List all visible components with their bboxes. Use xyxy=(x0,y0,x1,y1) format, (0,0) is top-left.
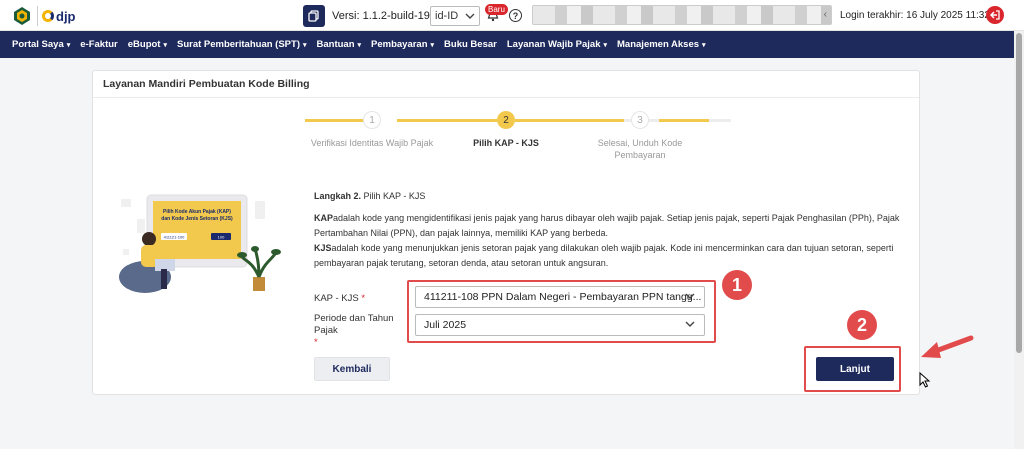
page-scrollbar[interactable] xyxy=(1014,31,1024,449)
version-label: Versi: xyxy=(332,10,360,22)
new-badge: Baru xyxy=(485,4,508,15)
step-3-circle: 3 xyxy=(631,111,649,129)
required-mark: * xyxy=(314,337,318,348)
step-connector-3b xyxy=(659,119,709,122)
caret-down-icon: ▾ xyxy=(66,41,71,49)
step-3-number: 3 xyxy=(637,114,643,126)
caret-down-icon: ▾ xyxy=(603,41,608,49)
kap-kjs-illustration: Pilih Kode Akun Pajak (KAP) dan Kode Jen… xyxy=(115,189,283,297)
nav-item-label: Pembayaran xyxy=(371,39,428,50)
step-heading-number: Langkah 2. xyxy=(314,191,362,201)
chevron-down-icon xyxy=(465,13,475,19)
nav-item-pembayaran[interactable]: Pembayaran ▾ xyxy=(371,39,440,50)
nav-item-e-faktur[interactable]: e-Faktur xyxy=(80,39,123,50)
caret-down-icon: ▾ xyxy=(302,41,307,49)
last-login: Login terakhir: 16 July 2025 11:32:20 xyxy=(840,10,1004,21)
top-bar: djp Versi: 1.1.2-build-1966 id-ID Baru ?… xyxy=(0,0,1024,31)
nav-item-portal-saya[interactable]: Portal Saya ▾ xyxy=(12,39,76,50)
annotation-badge-1-text: 1 xyxy=(731,274,742,295)
annotation-badge-2: 2 xyxy=(847,310,877,340)
step-2-number: 2 xyxy=(503,114,509,126)
nav-item-label: Bantuan xyxy=(316,39,355,50)
version-info: Versi: 1.1.2-build-1966 xyxy=(332,10,442,22)
step-heading: Langkah 2. Pilih KAP - KJS xyxy=(314,189,914,204)
djp-logo-text: djp xyxy=(56,8,76,24)
mouse-cursor-icon xyxy=(919,372,931,388)
card-title: Layanan Mandiri Pembuatan Kode Billing xyxy=(103,78,310,90)
nav-item-surat-pemberitahuan-spt[interactable]: Surat Pemberitahuan (SPT) ▾ xyxy=(177,39,313,50)
kap-kjs-label-text: KAP - KJS xyxy=(314,293,359,304)
nav-item-layanan-wajib-pajak[interactable]: Layanan Wajib Pajak ▾ xyxy=(507,39,613,50)
nav-item-label: Portal Saya xyxy=(12,39,64,50)
annotation-highlight-fields xyxy=(407,280,716,343)
step-2-circle: 2 xyxy=(497,111,515,129)
nav-item-label: Surat Pemberitahuan (SPT) xyxy=(176,39,300,50)
scrollbar-thumb[interactable] xyxy=(1016,33,1022,353)
caret-down-icon: ▾ xyxy=(163,41,167,49)
kap-term: KAP xyxy=(314,213,334,223)
main-navigation: Portal Saya ▾ e-Faktur eBupot ▾ Surat Pemberi… xyxy=(0,31,1014,58)
sync-button[interactable] xyxy=(303,5,325,27)
step-1-label: Verifikasi Identitas Wajib Pajak xyxy=(310,138,434,148)
djp-emblem-icon xyxy=(14,7,30,25)
kjs-term: KJS xyxy=(314,243,332,253)
annotation-arrow-icon xyxy=(921,335,974,358)
step-connector-2a xyxy=(515,119,630,122)
help-icon[interactable]: ? xyxy=(509,9,522,22)
billing-card: Layanan Mandiri Pembuatan Kode Billing 1… xyxy=(92,70,920,395)
chevron-down-icon: ‹ xyxy=(823,9,827,20)
caret-down-icon: ▾ xyxy=(357,41,362,49)
logo-divider xyxy=(37,6,38,26)
language-select[interactable]: id-ID xyxy=(430,6,480,26)
nav-item-label: Manajemen Akses xyxy=(617,39,700,50)
nav-item-buku-besar[interactable]: Buku Besar xyxy=(444,39,503,50)
card-divider xyxy=(93,97,919,98)
caret-down-icon: ▾ xyxy=(430,41,435,49)
step-connector-1b xyxy=(397,119,497,122)
annotation-highlight-next xyxy=(804,346,901,392)
periode-label: Periode dan Tahun Pajak * xyxy=(314,313,414,349)
step-description: Langkah 2. Pilih KAP - KJS KAPadalah kod… xyxy=(314,189,914,271)
kjs-description: KJSadalah kode yang menunjukkan jenis se… xyxy=(314,241,914,271)
required-mark: * xyxy=(361,293,366,304)
nav-item-label: Layanan Wajib Pajak xyxy=(506,39,601,50)
kap-kjs-label: KAP - KJS * xyxy=(314,293,365,304)
step-1-circle: 1 xyxy=(363,111,381,129)
logout-button[interactable] xyxy=(986,6,1004,24)
step-heading-text: Pilih KAP - KJS xyxy=(363,191,426,201)
step-2-label: Pilih KAP - KJS xyxy=(473,138,539,148)
annotation-badge-1: 1 xyxy=(722,270,752,300)
step-3-label: Selesai, Unduh Kode Pembayaran xyxy=(597,138,683,160)
annotation-badge-2-text: 2 xyxy=(856,314,867,335)
nav-item-ebupot[interactable]: eBupot ▾ xyxy=(128,39,173,50)
svg-text:dan Kode Jenis Setoran (KJS): dan Kode Jenis Setoran (KJS) xyxy=(161,216,233,222)
caret-down-icon: ▾ xyxy=(702,41,706,49)
copy-icon xyxy=(308,10,319,22)
logout-icon xyxy=(990,10,1000,20)
svg-text:Pilih Kode Akun Pajak (KAP): Pilih Kode Akun Pajak (KAP) xyxy=(163,209,231,215)
kap-desc: adalah kode yang mengidentifikasi jenis … xyxy=(314,213,900,238)
user-account-select[interactable]: ‹ xyxy=(532,5,832,25)
nav-item-label: Buku Besar xyxy=(444,39,497,50)
kjs-desc: adalah kode yang menunjukkan jenis setor… xyxy=(314,243,894,268)
djp-logo-mark-icon xyxy=(42,10,54,22)
djp-logo[interactable]: djp xyxy=(42,7,76,25)
nav-item-label: eBupot xyxy=(127,39,161,50)
nav-item-bantuan[interactable]: Bantuan ▾ xyxy=(317,39,368,50)
periode-label-text: Periode dan Tahun Pajak xyxy=(314,313,394,336)
step-1-number: 1 xyxy=(369,114,375,126)
kap-description: KAPadalah kode yang mengidentifikasi jen… xyxy=(314,211,914,241)
svg-text:100: 100 xyxy=(218,235,225,240)
svg-text:411121-100: 411121-100 xyxy=(164,235,186,240)
back-button[interactable]: Kembali xyxy=(314,357,390,381)
nav-item-label: e-Faktur xyxy=(80,39,118,50)
nav-item-manajemen-akses[interactable]: Manajemen Akses ▾ xyxy=(617,39,712,50)
last-login-label: Login terakhir: xyxy=(840,10,904,21)
language-value: id-ID xyxy=(435,10,459,22)
